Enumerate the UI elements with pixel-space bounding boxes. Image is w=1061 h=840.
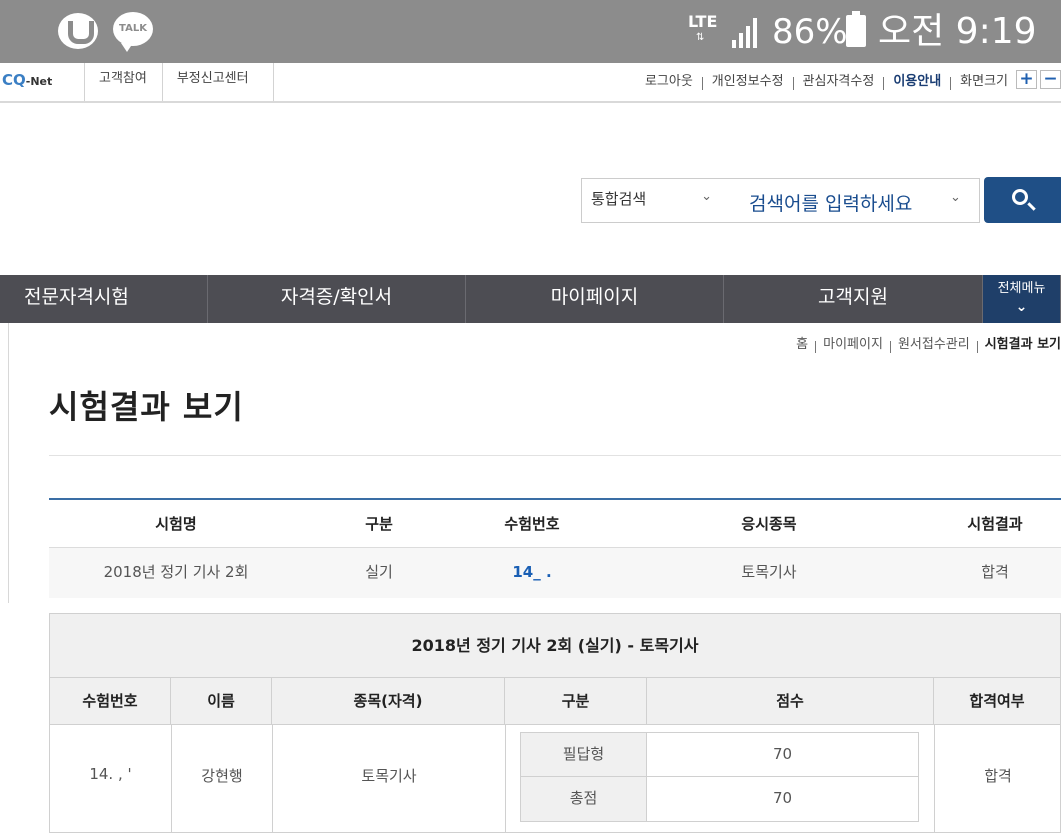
cell-subject: 토목기사: [741, 563, 797, 581]
col-exam-name: 시험명: [155, 515, 197, 533]
chevron-down-icon: ⌄: [701, 189, 712, 204]
breadcrumb-application[interactable]: 원서접수관리: [898, 333, 970, 352]
detail-caption: 2018년 정기 기사 2회 (실기) - 토목기사: [50, 614, 1060, 678]
col-result: 시험결과: [967, 515, 1023, 533]
divider: [883, 77, 885, 90]
breadcrumb-mypage[interactable]: 마이페이지: [823, 333, 883, 352]
divider: [815, 340, 817, 353]
all-menu-button[interactable]: 전체메뉴 ⌄: [983, 275, 1061, 323]
score-row: 총점 70: [521, 777, 918, 821]
col-number: 수험번호: [504, 515, 560, 533]
link-report-center[interactable]: 부정신고센터: [161, 63, 274, 101]
search-category-select[interactable]: 통합검색 ⌄: [581, 178, 749, 223]
divider: [792, 77, 794, 90]
utility-bar: CQ-Net 고객참여 부정신고센터 로그아웃 개인정보수정 관심자격수정 이용…: [0, 63, 1061, 103]
util-left-links: 고객참여 부정신고센터: [84, 63, 274, 101]
detail-col-pass: 합격여부: [969, 692, 1025, 710]
logo-main: CQ: [2, 71, 26, 89]
score-subtable: 필답형 70 총점 70: [520, 732, 919, 822]
link-customer-participation[interactable]: 고객참여: [84, 63, 162, 101]
detail-col-score: 점수: [647, 678, 934, 724]
battery-icon: [846, 11, 866, 47]
divider: [505, 725, 506, 832]
score-row: 필답형 70: [521, 733, 918, 777]
title-divider: [49, 455, 1061, 456]
detail-subject: 토목기사: [361, 767, 417, 785]
link-edit-interests[interactable]: 관심자격수정: [803, 70, 875, 89]
clock: 오전 9:19: [878, 11, 1037, 52]
detail-body-row: 14. , ' 강현행 토목기사 필답형 70 총점 70 합격: [50, 725, 1060, 832]
cell-type: 실기: [365, 563, 393, 581]
status-bar: TALK LTE ⇅ 86% 오전 9:19: [0, 0, 1061, 63]
chevron-down-icon[interactable]: ⌄: [950, 190, 961, 205]
link-usage-guide[interactable]: 이용안내: [893, 70, 941, 89]
divider: [950, 77, 952, 90]
score-value: 70: [772, 789, 793, 807]
divider: [889, 340, 891, 353]
cell-number-link[interactable]: 14_ .: [455, 548, 609, 598]
logo-sub: -Net: [25, 75, 53, 88]
detail-col-name: 이름: [171, 678, 272, 724]
uplus-icon: [58, 13, 98, 49]
search-icon: [1012, 189, 1028, 205]
cell-exam-name: 2018년 정기 기사 2회: [103, 563, 249, 581]
score-type: 총점: [521, 777, 647, 821]
score-value: 70: [772, 745, 793, 763]
results-table: 시험명 구분 수험번호 응시종목 시험결과 2018년 정기 기사 2회 실기 …: [49, 498, 1061, 598]
link-logout[interactable]: 로그아웃: [645, 70, 693, 89]
detail-col-subject: 종목(자격): [272, 678, 505, 724]
detail-number: 14. , ': [89, 765, 132, 783]
search-input[interactable]: 검색어를 입력하세요: [749, 178, 980, 223]
all-menu-label: 전체메뉴: [997, 281, 1046, 296]
lte-indicator: LTE: [688, 12, 718, 31]
col-type: 구분: [365, 515, 393, 533]
zoom-in-button[interactable]: +: [1016, 70, 1037, 89]
signal-icon: [730, 14, 764, 48]
util-right-links: 로그아웃 개인정보수정 관심자격수정 이용안내 화면크기 + −: [645, 70, 1061, 90]
link-edit-profile[interactable]: 개인정보수정: [712, 70, 784, 89]
zoom-out-button[interactable]: −: [1040, 70, 1061, 89]
cell-result: 합격: [981, 563, 1009, 581]
breadcrumb-current: 시험결과 보기: [984, 337, 1061, 352]
detail-col-number: 수험번호: [50, 678, 171, 724]
search-category-value: 통합검색: [591, 190, 647, 208]
score-type: 필답형: [521, 733, 647, 776]
col-subject: 응시종목: [741, 515, 797, 533]
nav-item-certificates[interactable]: 자격증/확인서: [208, 275, 466, 323]
detail-name: 강현행: [201, 767, 243, 785]
result-detail-panel: 2018년 정기 기사 2회 (실기) - 토목기사 수험번호 이름 종목(자격…: [49, 613, 1061, 833]
nav-item-support[interactable]: 고객지원: [724, 275, 983, 323]
table-row: 2018년 정기 기사 2회 실기 14_ . 토목기사 합격: [49, 548, 1061, 598]
talk-icon: TALK: [113, 12, 153, 52]
nav-item-mypage[interactable]: 마이페이지: [466, 275, 724, 323]
breadcrumb-home[interactable]: 홈: [796, 333, 808, 352]
detail-header-row: 수험번호 이름 종목(자격) 구분 점수 합격여부: [50, 678, 1060, 725]
screen-size-label: 화면크기: [960, 74, 1008, 89]
breadcrumb: 홈 마이페이지 원서접수관리 시험결과 보기: [796, 333, 1061, 353]
detail-pass: 합격: [984, 767, 1012, 785]
main-nav: 전문자격시험 자격증/확인서 마이페이지 고객지원 전체메뉴 ⌄: [0, 275, 1061, 323]
nav-item-exams[interactable]: 전문자격시험: [0, 275, 208, 323]
left-border: [8, 323, 9, 603]
table-header-row: 시험명 구분 수험번호 응시종목 시험결과: [49, 500, 1061, 548]
site-logo[interactable]: CQ-Net: [2, 71, 52, 89]
search-button[interactable]: [984, 177, 1061, 223]
divider: [976, 340, 978, 353]
chevron-down-icon: ⌄: [1015, 299, 1028, 315]
divider: [701, 77, 703, 90]
battery-percent: 86%: [772, 12, 848, 52]
data-arrows-icon: ⇅: [696, 32, 705, 43]
page-title: 시험결과 보기: [49, 388, 244, 426]
detail-col-type: 구분: [505, 678, 647, 724]
